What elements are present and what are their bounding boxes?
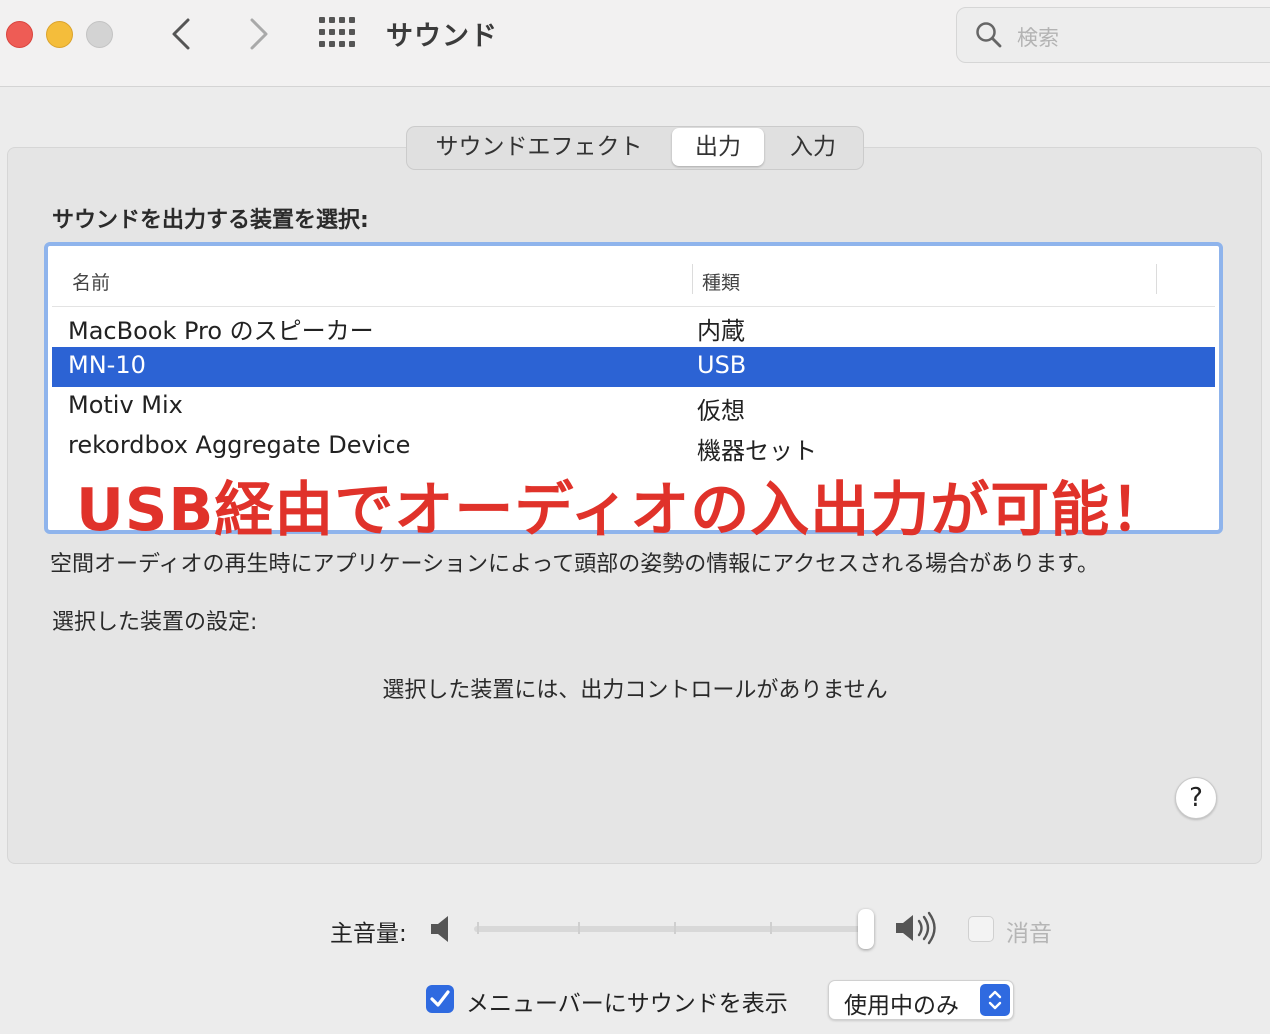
forward-chevron-icon[interactable]	[238, 14, 278, 54]
window-toolbar: サウンド 検索	[0, 0, 1270, 87]
close-window-button[interactable]	[6, 21, 33, 48]
mute-label: 消音	[1006, 921, 1052, 947]
tab-output[interactable]: 出力	[672, 128, 764, 166]
slider-tick	[770, 922, 772, 934]
search-icon	[976, 22, 1002, 48]
show-in-menubar-label: メニューバーにサウンドを表示	[466, 991, 788, 1017]
column-header-type[interactable]: 種類	[702, 268, 740, 295]
table-row[interactable]: Motiv Mix 仮想	[52, 387, 1215, 427]
tab-bar: サウンドエフェクト 出力 入力	[406, 126, 864, 170]
speaker-high-icon	[896, 911, 936, 945]
device-name: MN-10	[68, 351, 146, 379]
device-name: MacBook Pro のスピーカー	[68, 317, 374, 345]
device-name: rekordbox Aggregate Device	[68, 431, 411, 459]
volume-slider-track[interactable]	[474, 926, 864, 932]
slider-tick	[674, 922, 676, 934]
window-title: サウンド	[386, 21, 498, 52]
column-divider[interactable]	[1156, 264, 1157, 294]
help-button[interactable]: ?	[1175, 777, 1217, 819]
device-type: USB	[697, 351, 747, 379]
back-chevron-icon[interactable]	[162, 14, 202, 54]
search-placeholder: 検索	[1017, 26, 1059, 50]
table-row[interactable]: rekordbox Aggregate Device 機器セット	[52, 427, 1215, 467]
table-row-selected[interactable]: MN-10 USB	[52, 347, 1215, 387]
column-divider[interactable]	[692, 264, 693, 294]
master-volume-label: 主音量:	[330, 921, 407, 947]
column-header-name[interactable]: 名前	[72, 268, 110, 295]
show-all-grid-icon[interactable]	[318, 16, 356, 50]
no-output-controls-message: 選択した装置には、出力コントロールがありません	[382, 678, 888, 703]
minimize-window-button[interactable]	[46, 21, 73, 48]
device-settings-label: 選択した装置の設定:	[52, 610, 258, 635]
overlay-caption: USB経由でオーディオの入出力が可能！	[76, 475, 1171, 544]
table-header: 名前 種類	[52, 250, 1215, 307]
device-name: Motiv Mix	[68, 391, 183, 419]
volume-slider-knob[interactable]	[858, 909, 874, 949]
menubar-display-select[interactable]: 使用中のみ	[828, 980, 1014, 1020]
select-value: 使用中のみ	[844, 993, 959, 1019]
device-type: 内蔵	[697, 317, 745, 345]
checkmark-icon	[430, 990, 450, 1007]
tab-sound-effects[interactable]: サウンドエフェクト	[407, 127, 671, 169]
slider-tick	[477, 922, 479, 934]
spatial-audio-note: 空間オーディオの再生時にアプリケーションによって頭部の姿勢の情報にアクセスされる…	[50, 552, 1099, 577]
device-type: 機器セット	[697, 437, 817, 465]
tab-input[interactable]: 入力	[767, 127, 859, 169]
device-type: 仮想	[697, 397, 745, 425]
output-device-heading: サウンドを出力する装置を選択:	[52, 208, 369, 233]
updown-arrows-icon	[980, 984, 1010, 1016]
zoom-window-button[interactable]	[86, 21, 113, 48]
show-in-menubar-checkbox[interactable]	[426, 985, 454, 1013]
output-device-table[interactable]: 名前 種類 MacBook Pro のスピーカー 内蔵 MN-10 USB Mo…	[44, 242, 1223, 544]
speaker-low-icon	[431, 916, 448, 942]
mute-checkbox[interactable]	[968, 916, 994, 942]
slider-tick	[578, 922, 580, 934]
search-field[interactable]: 検索	[956, 7, 1270, 63]
table-row[interactable]: MacBook Pro のスピーカー 内蔵	[52, 307, 1215, 347]
